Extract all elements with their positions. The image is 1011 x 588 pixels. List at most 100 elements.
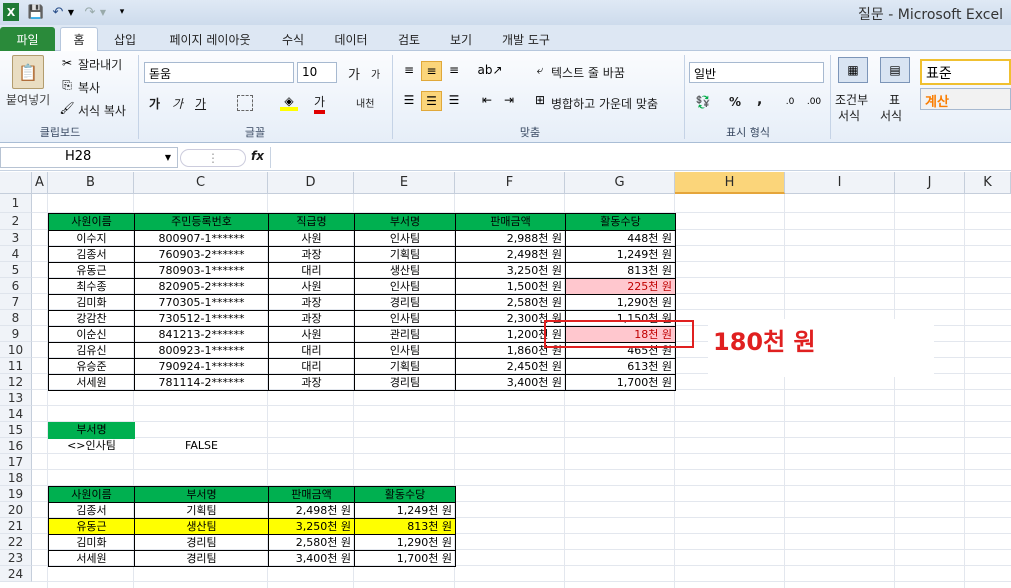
formula-input[interactable] (270, 147, 1011, 168)
table1-cell[interactable]: 613천 원 (565, 358, 676, 375)
align-left-icon[interactable]: ☰ (400, 91, 418, 109)
table2-cell[interactable]: 유동근 (48, 518, 135, 535)
table1-cell[interactable]: 2,580천 원 (455, 294, 566, 311)
table1-cell[interactable]: 800907-1****** (134, 230, 269, 247)
table1-cell[interactable]: 인사팀 (354, 342, 456, 359)
decrease-decimal-icon[interactable]: .00 (804, 93, 824, 111)
table1-cell[interactable]: 3,400천 원 (455, 374, 566, 391)
tab-formulas[interactable]: 수식 (274, 27, 312, 51)
redo-icon[interactable]: ↷ (82, 3, 98, 21)
select-all-corner[interactable] (0, 172, 32, 194)
undo-icon[interactable]: ↶ (50, 3, 66, 21)
font-name-select[interactable]: 돋움 (144, 62, 294, 83)
format-painter-button[interactable]: 서식 복사 (78, 102, 126, 119)
table1-header-cell[interactable]: 판매금액 (455, 213, 566, 231)
table1-cell[interactable]: 760903-2****** (134, 246, 269, 263)
table1-cell[interactable]: 기획팀 (354, 358, 456, 375)
table2-cell[interactable]: 기획팀 (134, 502, 269, 519)
decrease-indent-icon[interactable]: ⇤ (478, 91, 496, 109)
bold-button[interactable]: 가 (149, 95, 160, 112)
table1-cell[interactable]: 사원 (268, 278, 355, 295)
table1-cell[interactable]: 2,498천 원 (455, 246, 566, 263)
align-top-icon[interactable]: ≡ (400, 61, 418, 79)
table1-cell[interactable]: 유승준 (48, 358, 135, 375)
column-header-e[interactable]: E (354, 172, 455, 194)
table1-cell[interactable]: 1,249천 원 (565, 246, 676, 263)
tab-home[interactable]: 홈 (60, 27, 98, 51)
tab-view[interactable]: 보기 (442, 27, 480, 51)
name-box[interactable]: H28 (0, 147, 178, 168)
customize-qat-icon[interactable]: ▾ (116, 3, 128, 21)
column-header-d[interactable]: D (268, 172, 354, 194)
table1-cell[interactable]: 대리 (268, 358, 355, 375)
table2-cell[interactable]: 생산팀 (134, 518, 269, 535)
row-header-7[interactable]: 7 (0, 294, 32, 310)
tab-insert[interactable]: 삽입 (106, 27, 144, 51)
name-box-dropdown-icon[interactable]: ▼ (162, 151, 174, 163)
paste-icon[interactable]: 📋 (12, 55, 44, 89)
table1-cell[interactable]: 경리팀 (354, 294, 456, 311)
criteria-value-cell[interactable]: <>인사팀 (48, 438, 135, 455)
row-header-14[interactable]: 14 (0, 406, 32, 422)
comma-button[interactable]: , (757, 92, 762, 108)
font-color-button[interactable]: 가 (314, 93, 326, 114)
table1-cell[interactable]: 기획팀 (354, 246, 456, 263)
row-header-8[interactable]: 8 (0, 310, 32, 326)
table1-cell[interactable]: 과장 (268, 310, 355, 327)
table1-cell[interactable]: 과장 (268, 374, 355, 391)
row-header-18[interactable]: 18 (0, 470, 32, 486)
row-header-9[interactable]: 9 (0, 326, 32, 342)
table2-cell[interactable]: 서세원 (48, 550, 135, 567)
table1-header-cell[interactable]: 직급명 (268, 213, 355, 231)
wrap-text-button[interactable]: 텍스트 줄 바꿈 (551, 64, 625, 81)
increase-decimal-icon[interactable]: .0 (780, 93, 800, 111)
table1-header-cell[interactable]: 주민등록번호 (134, 213, 269, 231)
table1-cell[interactable]: 강감찬 (48, 310, 135, 327)
column-header-c[interactable]: C (134, 172, 268, 194)
row-header-17[interactable]: 17 (0, 454, 32, 470)
table1-cell[interactable]: 1,500천 원 (455, 278, 566, 295)
align-bottom-icon[interactable]: ≡ (445, 61, 463, 79)
table2-cell[interactable]: 813천 원 (354, 518, 456, 535)
table1-cell[interactable]: 이순신 (48, 326, 135, 343)
table1-cell[interactable]: 인사팀 (354, 278, 456, 295)
column-header-i[interactable]: I (785, 172, 895, 194)
table1-cell[interactable]: 790924-1****** (134, 358, 269, 375)
row-header-21[interactable]: 21 (0, 518, 32, 534)
table1-cell[interactable]: 730512-1****** (134, 310, 269, 327)
phonetic-button[interactable]: 내천 (356, 95, 374, 110)
table2-header-cell[interactable]: 판매금액 (268, 486, 355, 503)
shrink-font-button[interactable]: 가 (371, 66, 380, 81)
row-header-5[interactable]: 5 (0, 262, 32, 278)
row-header-1[interactable]: 1 (0, 194, 32, 213)
row-header-15[interactable]: 15 (0, 422, 32, 438)
table1-cell[interactable]: 770305-1****** (134, 294, 269, 311)
number-format-select[interactable]: 일반 (689, 62, 824, 83)
grow-font-button[interactable]: 가 (348, 64, 360, 83)
borders-icon[interactable] (237, 95, 253, 111)
orientation-icon[interactable]: ab↗ (477, 61, 502, 79)
table1-cell[interactable]: 448천 원 (565, 230, 676, 247)
row-header-10[interactable]: 10 (0, 342, 32, 358)
table1-cell[interactable]: 최수종 (48, 278, 135, 295)
criteria-result-cell[interactable]: FALSE (134, 438, 269, 455)
format-as-table-button[interactable]: 표 (889, 91, 900, 108)
table2-cell[interactable]: 경리팀 (134, 534, 269, 551)
tab-file[interactable]: 파일 (0, 27, 55, 51)
table2-cell[interactable]: 2,498천 원 (268, 502, 355, 519)
table1-cell[interactable]: 2,450천 원 (455, 358, 566, 375)
table1-cell[interactable]: 대리 (268, 342, 355, 359)
row-header-16[interactable]: 16 (0, 438, 32, 454)
tab-data[interactable]: 데이터 (328, 27, 374, 51)
row-header-19[interactable]: 19 (0, 486, 32, 502)
table1-cell[interactable]: 1,700천 원 (565, 374, 676, 391)
column-header-f[interactable]: F (455, 172, 565, 194)
table2-cell[interactable]: 1,249천 원 (354, 502, 456, 519)
table1-cell[interactable]: 김유신 (48, 342, 135, 359)
table1-cell[interactable]: 서세원 (48, 374, 135, 391)
table1-cell[interactable]: 경리팀 (354, 374, 456, 391)
table2-cell[interactable]: 1,290천 원 (354, 534, 456, 551)
table1-cell[interactable]: 관리팀 (354, 326, 456, 343)
cut-button[interactable]: 잘라내기 (78, 56, 122, 73)
row-header-4[interactable]: 4 (0, 246, 32, 262)
